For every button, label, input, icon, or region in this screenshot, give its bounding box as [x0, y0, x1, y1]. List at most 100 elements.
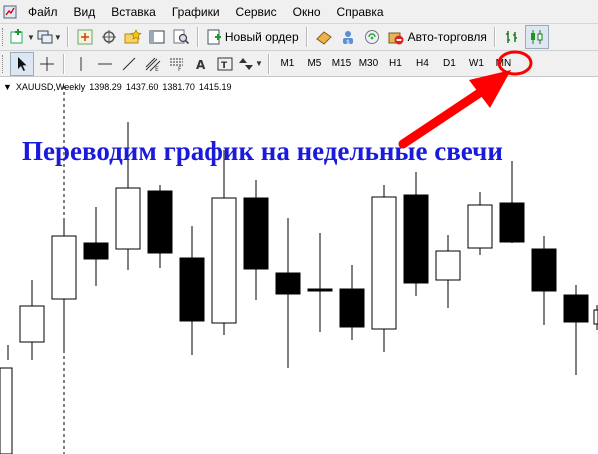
text-label-button[interactable]: T [214, 53, 236, 75]
chevron-down-icon[interactable]: ▼ [27, 33, 35, 42]
toolbar-grip[interactable] [2, 54, 6, 73]
market-watch-button[interactable] [74, 26, 96, 48]
menu-view[interactable]: Вид [67, 2, 105, 22]
candle-body [83, 242, 109, 260]
crosshair-button[interactable] [36, 53, 58, 75]
candlestick-icon [530, 30, 543, 44]
chart-window-icon[interactable] [2, 4, 18, 20]
chart-symbol: XAUUSD,Weekly [15, 82, 86, 92]
candle-body [371, 196, 397, 330]
arrows-icon [239, 57, 253, 70]
toolbar-separator [196, 27, 199, 47]
arrows-button[interactable]: ▼ [238, 53, 263, 75]
ohlc-low: 1381.70 [162, 82, 195, 92]
favorites-button[interactable] [122, 26, 144, 48]
candle-body [51, 235, 77, 300]
timeframe-w1[interactable]: W1 [463, 54, 490, 74]
svg-text:A: A [196, 58, 206, 72]
bar-chart-button[interactable] [501, 26, 523, 48]
autotrading-stop-icon [388, 32, 404, 45]
candle-body [243, 197, 269, 270]
market-watch-icon [77, 29, 93, 45]
vertical-line-button[interactable] [70, 53, 92, 75]
menu-bar: Файл Вид Вставка Графики Сервис Окно Спр… [0, 0, 598, 24]
toolbar-separator [493, 27, 496, 47]
text-button[interactable]: A [190, 53, 212, 75]
svg-text:F: F [178, 66, 182, 72]
chevron-down-icon[interactable]: ▼ [54, 33, 62, 42]
line-studies-toolbar: E F A T ▼ M1 M5 M15 M30 H1 H4 D1 W1 MN [0, 51, 598, 77]
toolbar-separator [66, 27, 69, 47]
magnifier-document-icon [173, 29, 189, 45]
vps-button[interactable] [361, 26, 383, 48]
channel-icon: E [145, 57, 161, 72]
chart-window[interactable] [0, 77, 598, 454]
vertical-line-icon [80, 56, 82, 71]
user-signals-icon: $ [342, 31, 353, 45]
equidistant-channel-button[interactable]: E [142, 53, 164, 75]
toolbar-separator [63, 53, 65, 74]
candlestick-chart [0, 86, 598, 454]
candlestick-chart-button[interactable] [524, 25, 549, 49]
timeframe-m30[interactable]: M30 [355, 54, 382, 74]
ohlc-high: 1437.60 [125, 82, 159, 92]
timeframe-d1[interactable]: D1 [436, 54, 463, 74]
ohlc-close: 1415.19 [198, 82, 232, 92]
text-label-icon: T [217, 57, 233, 71]
svg-text:E: E [155, 66, 159, 72]
navigator-button[interactable] [98, 26, 120, 48]
terminal-button[interactable] [146, 26, 168, 48]
candle-body [499, 202, 525, 243]
horizontal-line-button[interactable] [94, 53, 116, 75]
candle-body [435, 250, 461, 281]
toolbar-grip[interactable] [2, 28, 6, 46]
new-order-label: Новый ордер [224, 30, 299, 44]
profiles-button[interactable]: ▼ [37, 26, 62, 48]
candle-body [211, 197, 237, 324]
chart-symbol-info: ▼ XAUUSD,Weekly 1398.29 1437.60 1381.70 … [3, 82, 231, 92]
fibonacci-icon: F [170, 58, 183, 72]
menu-window[interactable]: Окно [286, 2, 330, 22]
strategy-tester-button[interactable] [170, 26, 192, 48]
trendline-icon [122, 57, 136, 70]
cursor-button[interactable] [10, 51, 34, 76]
new-order-button[interactable]: Новый ордер [203, 26, 302, 48]
new-chart-button[interactable]: ▼ [10, 26, 35, 48]
svg-text:T: T [221, 61, 228, 71]
candle-body [307, 288, 333, 292]
timeframe-m15[interactable]: M15 [328, 54, 355, 74]
timeframe-mn[interactable]: MN [490, 54, 517, 74]
standard-toolbar: ▼ ▼ Новый ордер $ Авто-торговля [0, 24, 598, 51]
candle-body [115, 187, 141, 250]
candle-body [563, 294, 589, 323]
symbol-triangle-icon: ▼ [3, 82, 12, 92]
menu-help[interactable]: Справка [330, 2, 393, 22]
candle-body [0, 367, 13, 454]
metaeditor-button[interactable] [313, 26, 335, 48]
timeframe-m1[interactable]: M1 [274, 54, 301, 74]
terminal-window-icon [149, 30, 165, 44]
profiles-icon [37, 30, 53, 44]
crosshair-icon [40, 56, 54, 71]
text-a-icon: A [196, 58, 206, 72]
menu-tools[interactable]: Сервис [229, 2, 286, 22]
candle-body [275, 272, 301, 295]
metaeditor-icon [315, 31, 332, 45]
fibonacci-button[interactable]: F [166, 53, 188, 75]
menu-insert[interactable]: Вставка [104, 2, 165, 22]
autotrading-button[interactable]: Авто-торговля [384, 26, 490, 48]
candle-body [467, 204, 493, 249]
signals-button[interactable]: $ [337, 26, 359, 48]
timeframe-h1[interactable]: H1 [382, 54, 409, 74]
new-order-icon [207, 29, 221, 45]
menu-charts[interactable]: Графики [165, 2, 229, 22]
cursor-arrow-icon [18, 56, 27, 71]
timeframe-m5[interactable]: M5 [301, 54, 328, 74]
trendline-button[interactable] [118, 53, 140, 75]
candle-body [531, 248, 557, 292]
candle-body [593, 309, 598, 325]
svg-text:$: $ [346, 39, 350, 45]
menu-file[interactable]: Файл [21, 2, 67, 22]
timeframe-h4[interactable]: H4 [409, 54, 436, 74]
chevron-down-icon[interactable]: ▼ [255, 59, 263, 68]
